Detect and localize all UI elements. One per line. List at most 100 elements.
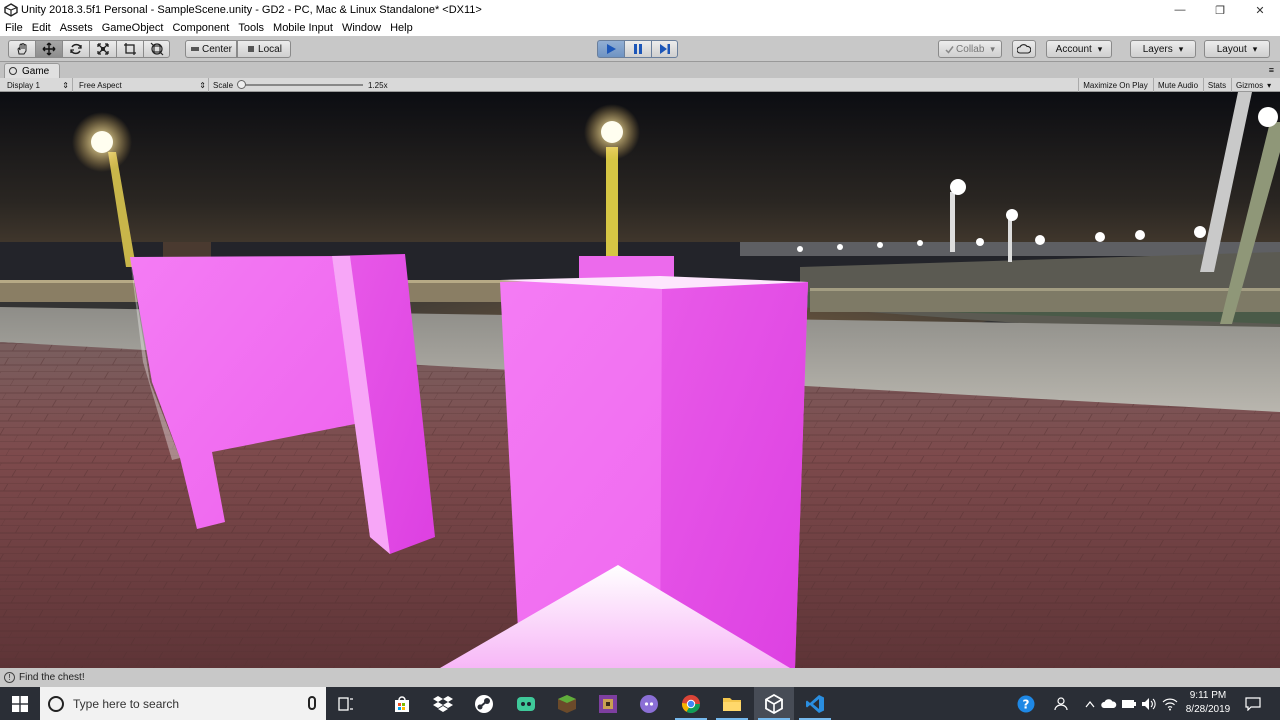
wifi-icon (1162, 698, 1178, 710)
taskbar-chrome[interactable] (671, 687, 711, 720)
microphone-icon[interactable] (308, 696, 316, 710)
layers-dropdown[interactable]: Layers (1130, 40, 1196, 58)
display-dropdown[interactable]: Display 1 ⇕ (7, 78, 69, 92)
taskbar-clock[interactable]: 9:11 PM 8/28/2019 (1180, 689, 1236, 717)
taskbar-steam[interactable] (464, 687, 504, 720)
panel-menu-icon[interactable]: ≡ (1269, 65, 1274, 75)
onedrive-tray-button[interactable] (1100, 687, 1118, 720)
unity-logo-icon (4, 3, 18, 17)
taskbar-dropbox[interactable] (423, 687, 463, 720)
volume-tray-button[interactable] (1140, 687, 1158, 720)
store-icon (395, 695, 409, 712)
minecraft-icon (558, 694, 576, 713)
pause-button[interactable] (624, 40, 651, 58)
help-tray-button[interactable]: ? (1014, 687, 1038, 720)
aspect-dropdown[interactable]: Free Aspect ⇕ (72, 78, 206, 92)
folder-icon (723, 697, 741, 711)
taskbar-file-explorer[interactable] (712, 687, 752, 720)
help-icon: ? (1017, 695, 1035, 712)
windows-taskbar: Type here to search ? 9:11 PM 8/28/2019 (0, 687, 1280, 720)
play-icon (607, 44, 616, 54)
taskbar-unity[interactable] (754, 687, 794, 720)
menu-edit[interactable]: Edit (27, 22, 55, 34)
show-hidden-icons-button[interactable] (1082, 687, 1098, 720)
minimize-button[interactable]: — (1160, 0, 1200, 20)
search-placeholder: Type here to search (73, 696, 180, 711)
menu-gameobject[interactable]: GameObject (97, 22, 168, 34)
vscode-icon (806, 694, 824, 713)
dropdown-arrows-icon: ⇕ (199, 80, 206, 90)
gizmos-label: Gizmos (1236, 80, 1264, 90)
menu-assets[interactable]: Assets (55, 22, 97, 34)
taskbar-minecraft[interactable] (547, 687, 587, 720)
account-dropdown[interactable]: Account (1046, 40, 1112, 58)
rect-icon (124, 43, 136, 55)
taskbar-discord[interactable] (629, 687, 669, 720)
menu-component[interactable]: Component (167, 22, 233, 34)
scale-slider-track[interactable] (239, 84, 363, 86)
pause-icon (634, 44, 642, 54)
tab-game[interactable]: Game (4, 63, 61, 78)
pivot-mode-button[interactable]: Center (185, 40, 237, 58)
window-titlebar: Unity 2018.3.5f1 Personal - SampleScene.… (0, 0, 1280, 20)
gizmos-dropdown[interactable]: Gizmos ▾ (1231, 78, 1280, 92)
scale-icon (97, 43, 109, 55)
collab-dropdown[interactable]: Collab (938, 40, 1002, 58)
people-icon (1054, 696, 1068, 710)
speaker-icon (1142, 697, 1156, 710)
aspect-label: Free Aspect (79, 80, 122, 90)
step-icon (659, 44, 670, 54)
close-button[interactable]: ✕ (1240, 0, 1280, 20)
taskbar-vscode[interactable] (795, 687, 835, 720)
menu-window[interactable]: Window (337, 22, 385, 34)
action-center-button[interactable] (1240, 687, 1266, 720)
console-status-bar[interactable]: ! Find the chest! (0, 668, 1280, 687)
move-icon (42, 42, 56, 56)
gamepad-icon (517, 696, 535, 711)
scale-tool-button[interactable] (89, 40, 116, 58)
game-view-controls: Display 1 ⇕ Free Aspect ⇕ Scale 1.25x Ma… (0, 78, 1280, 92)
battery-tray-button[interactable] (1120, 687, 1138, 720)
play-button[interactable] (597, 40, 624, 58)
task-view-icon (338, 696, 353, 711)
transform-tool-button[interactable] (143, 40, 170, 58)
pivot-center-icon (190, 47, 199, 51)
network-tray-button[interactable] (1160, 687, 1180, 720)
scale-slider-handle[interactable] (237, 80, 247, 89)
window-title: Unity 2018.3.5f1 Personal - SampleScene.… (21, 4, 482, 16)
menu-mobile-input[interactable]: Mobile Input (268, 22, 337, 34)
taskbar-store[interactable] (382, 687, 422, 720)
game-scene (0, 92, 1280, 668)
move-tool-button[interactable] (35, 40, 62, 58)
game-tab-bar: Game ≡ (0, 62, 1280, 78)
svg-text:?: ? (1023, 697, 1030, 711)
maximize-on-play-toggle[interactable]: Maximize On Play (1078, 78, 1152, 92)
menu-file[interactable]: File (0, 22, 27, 34)
taskbar-game-app[interactable] (506, 687, 546, 720)
game-viewport[interactable] (0, 92, 1280, 668)
maximize-button[interactable]: ❐ (1200, 0, 1240, 20)
tab-game-label: Game (22, 65, 50, 77)
rect-tool-button[interactable] (116, 40, 143, 58)
layout-dropdown[interactable]: Layout (1204, 40, 1270, 58)
start-button[interactable] (0, 687, 40, 720)
stats-toggle[interactable]: Stats (1203, 78, 1230, 92)
hand-tool-button[interactable] (8, 40, 35, 58)
taskbar-pixel-app[interactable] (588, 687, 628, 720)
cloud-button[interactable] (1012, 40, 1036, 58)
people-tray-button[interactable] (1050, 687, 1072, 720)
pixel-art-icon (599, 694, 617, 713)
scale-value: 1.25x (368, 80, 388, 90)
menu-help[interactable]: Help (385, 22, 417, 34)
game-view-icon (9, 67, 17, 75)
rotate-tool-button[interactable] (62, 40, 89, 58)
step-button[interactable] (651, 40, 678, 58)
pivot-space-button[interactable]: Local (237, 40, 291, 58)
taskbar-search-box[interactable]: Type here to search (40, 687, 326, 720)
mute-audio-toggle[interactable]: Mute Audio (1153, 78, 1202, 92)
menu-tools[interactable]: Tools (233, 22, 268, 34)
notification-icon (1245, 696, 1261, 711)
local-space-icon (248, 46, 255, 52)
task-view-button[interactable] (326, 687, 366, 720)
cloud-icon (1101, 698, 1117, 708)
